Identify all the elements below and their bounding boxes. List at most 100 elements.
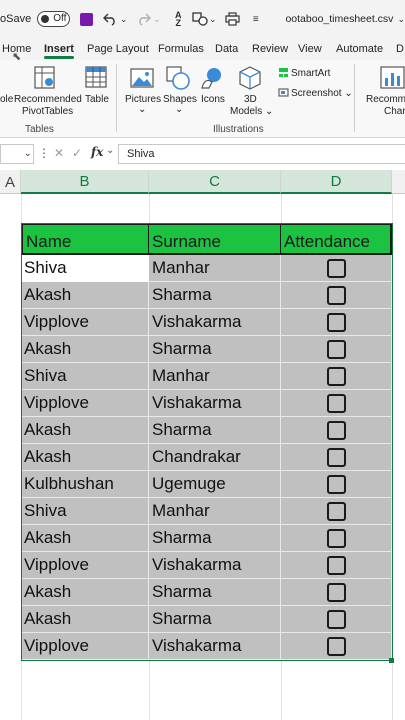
more-options-icon[interactable]: ⋮ bbox=[38, 146, 50, 160]
chevron-down-icon[interactable]: ⌄ bbox=[106, 145, 114, 156]
tab-page-layout[interactable]: Page Layout bbox=[87, 38, 149, 55]
column-header-d[interactable]: D bbox=[281, 170, 392, 194]
name-box[interactable]: ⌄ bbox=[0, 144, 34, 164]
fill-handle[interactable] bbox=[389, 658, 394, 663]
attendance-checkbox[interactable] bbox=[327, 475, 346, 494]
tab-formulas[interactable]: Formulas bbox=[158, 38, 204, 55]
autosave-label: oSave bbox=[0, 13, 32, 25]
tables-group-label: Tables bbox=[25, 124, 54, 135]
header-attendance[interactable]: Attendance bbox=[281, 225, 390, 255]
column-header-a[interactable]: A bbox=[0, 170, 21, 194]
pictures-chevron: ⌄ bbox=[138, 104, 147, 115]
cell-name[interactable]: Kulbhushan bbox=[21, 471, 149, 498]
file-name[interactable]: ootaboo_timesheet.csv bbox=[285, 13, 393, 25]
cell-surname[interactable]: Sharma bbox=[149, 336, 281, 363]
redo-icon[interactable] bbox=[135, 11, 151, 27]
icons-label: Icons bbox=[201, 94, 225, 105]
undo-icon[interactable] bbox=[102, 11, 117, 27]
attendance-checkbox[interactable] bbox=[327, 259, 346, 278]
tab-view[interactable]: View bbox=[298, 38, 322, 55]
attendance-checkbox[interactable] bbox=[327, 286, 346, 305]
ribbon: ole Recommended PivotTables Table Tables… bbox=[0, 60, 405, 138]
cell-surname[interactable]: Sharma bbox=[149, 417, 281, 444]
cell-surname[interactable]: Chandrakar bbox=[149, 444, 281, 471]
cell-surname[interactable]: Sharma bbox=[149, 282, 281, 309]
redo-dropdown-icon[interactable]: ⌄ bbox=[153, 11, 161, 27]
tab-automate[interactable]: Automate bbox=[336, 38, 383, 55]
header-name[interactable]: Name bbox=[23, 225, 149, 255]
table-row: Akash Sharma bbox=[21, 606, 392, 633]
attendance-checkbox[interactable] bbox=[327, 367, 346, 386]
column-header-c[interactable]: C bbox=[149, 170, 281, 194]
shapes-dropdown-icon[interactable]: ⌄ bbox=[209, 11, 217, 27]
attendance-checkbox[interactable] bbox=[327, 394, 346, 413]
table-row: Vipplove Vishakarma bbox=[21, 390, 392, 417]
cell-surname[interactable]: Manhar bbox=[149, 363, 281, 390]
cell-name[interactable]: Akash bbox=[21, 525, 149, 552]
print-preview-icon[interactable] bbox=[225, 11, 240, 27]
attendance-checkbox[interactable] bbox=[327, 529, 346, 548]
cell-surname[interactable]: Vishakarma bbox=[149, 309, 281, 336]
cell-name[interactable]: Shiva bbox=[21, 498, 149, 525]
attendance-checkbox[interactable] bbox=[327, 448, 346, 467]
attendance-checkbox[interactable] bbox=[327, 583, 346, 602]
attendance-checkbox[interactable] bbox=[327, 637, 346, 656]
cell-surname[interactable]: Sharma bbox=[149, 525, 281, 552]
header-surname[interactable]: Surname bbox=[149, 225, 281, 255]
cell-name[interactable]: Vipplove bbox=[21, 552, 149, 579]
cell-surname[interactable]: Manhar bbox=[149, 498, 281, 525]
cell-name[interactable]: Akash bbox=[21, 606, 149, 633]
cell-name[interactable]: Akash bbox=[21, 579, 149, 606]
attendance-checkbox[interactable] bbox=[327, 610, 346, 629]
column-header-b[interactable]: B bbox=[21, 170, 149, 194]
formula-input[interactable]: Shiva bbox=[118, 144, 405, 164]
cell-name[interactable]: Vipplove bbox=[21, 309, 149, 336]
attendance-checkbox[interactable] bbox=[327, 502, 346, 521]
attendance-checkbox[interactable] bbox=[327, 340, 346, 359]
cell-name[interactable]: Shiva bbox=[21, 255, 149, 282]
cell-name[interactable]: Vipplove bbox=[21, 633, 149, 660]
cell-attendance bbox=[281, 417, 392, 444]
tab-developer[interactable]: D bbox=[396, 38, 404, 55]
cell-name[interactable]: Akash bbox=[21, 336, 149, 363]
worksheet-grid[interactable]: Name Surname Attendance Shiva Manhar Akash… bbox=[0, 194, 405, 720]
shapes-icon[interactable] bbox=[192, 11, 208, 27]
recommended-charts-icon bbox=[380, 66, 405, 93]
undo-dropdown-icon[interactable]: ⌄ bbox=[120, 11, 128, 27]
sort-ascending-icon[interactable]: AZ bbox=[171, 11, 186, 28]
attendance-checkbox[interactable] bbox=[327, 556, 346, 575]
cell-attendance bbox=[281, 498, 392, 525]
cell-surname[interactable]: Vishakarma bbox=[149, 552, 281, 579]
chevron-down-icon[interactable]: ⌄ bbox=[24, 148, 32, 159]
cell-name[interactable]: Shiva bbox=[21, 363, 149, 390]
cell-surname[interactable]: Manhar bbox=[149, 255, 281, 282]
tab-data[interactable]: Data bbox=[215, 38, 238, 55]
save-icon[interactable] bbox=[79, 11, 94, 27]
cancel-icon[interactable]: ✕ bbox=[54, 146, 64, 160]
attendance-checkbox[interactable] bbox=[327, 421, 346, 440]
insert-function-icon[interactable]: fx bbox=[91, 145, 103, 159]
table-row: Shiva Manhar bbox=[21, 255, 392, 282]
chevron-down-icon[interactable]: ⌄ bbox=[397, 14, 405, 25]
pictures-icon bbox=[130, 68, 154, 91]
cell-name[interactable]: Vipplove bbox=[21, 390, 149, 417]
autosave-toggle[interactable]: Off bbox=[37, 11, 70, 27]
cell-surname[interactable]: Vishakarma bbox=[149, 633, 281, 660]
tab-insert[interactable]: Insert bbox=[44, 38, 74, 59]
cell-surname[interactable]: Sharma bbox=[149, 579, 281, 606]
toggle-knob bbox=[41, 15, 50, 23]
attendance-checkbox[interactable] bbox=[327, 313, 346, 332]
cell-attendance bbox=[281, 336, 392, 363]
ribbon-separator bbox=[354, 64, 355, 132]
cell-name[interactable]: Akash bbox=[21, 444, 149, 471]
cell-surname[interactable]: Sharma bbox=[149, 606, 281, 633]
cell-attendance bbox=[281, 309, 392, 336]
cell-surname[interactable]: Ugemuge bbox=[149, 471, 281, 498]
cell-name[interactable]: Akash bbox=[21, 282, 149, 309]
cell-attendance bbox=[281, 552, 392, 579]
enter-icon[interactable]: ✓ bbox=[72, 146, 82, 160]
cell-name[interactable]: Akash bbox=[21, 417, 149, 444]
tab-review[interactable]: Review bbox=[252, 38, 288, 55]
customize-qat-icon[interactable]: ≡ bbox=[248, 11, 263, 27]
cell-surname[interactable]: Vishakarma bbox=[149, 390, 281, 417]
